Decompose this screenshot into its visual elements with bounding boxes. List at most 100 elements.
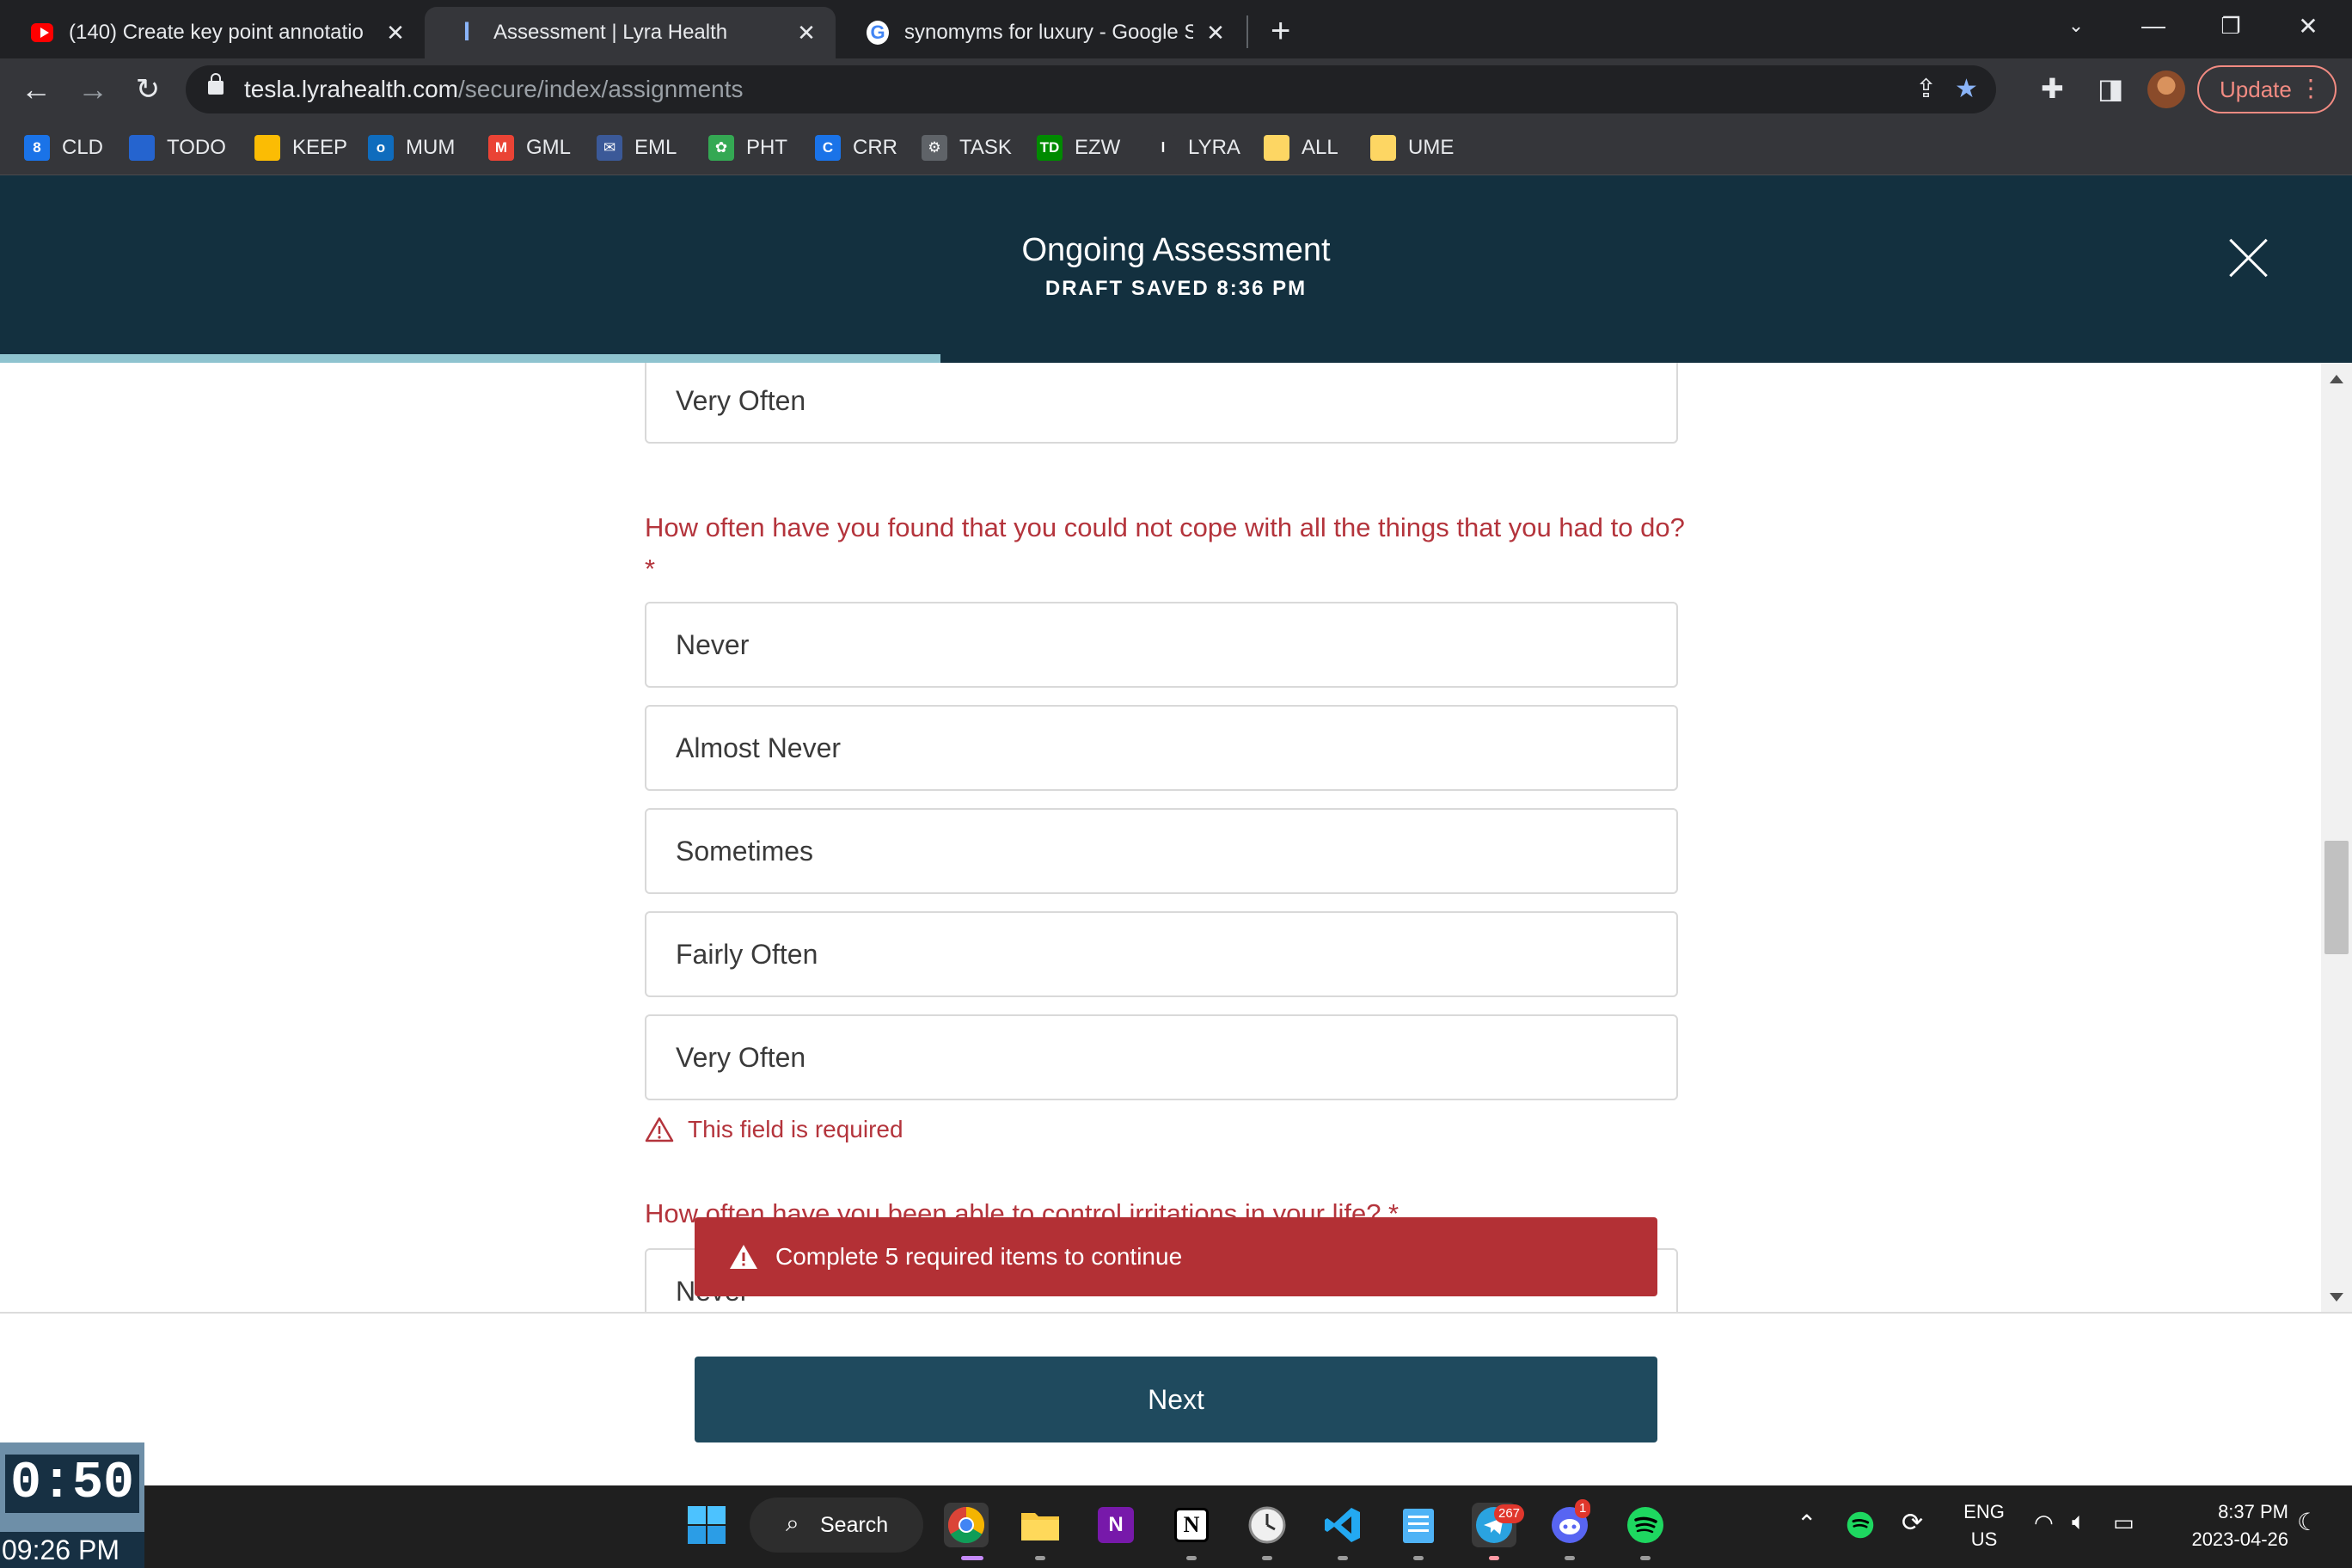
- gmail-icon: M: [488, 135, 514, 161]
- bookmark-label: KEEP: [292, 136, 348, 159]
- field-error: This field is required: [645, 1116, 903, 1143]
- browser-tab-youtube[interactable]: (140) Create key point annotatio ✕: [0, 7, 425, 58]
- bookmark-label: TASK: [959, 136, 1012, 159]
- profile-avatar[interactable]: [2147, 70, 2185, 108]
- reload-icon[interactable]: ↻: [129, 70, 167, 108]
- bookmark-label: LYRA: [1188, 136, 1240, 159]
- menu-dots-icon[interactable]: ⋮: [2299, 74, 2323, 102]
- page-title: Ongoing Assessment: [1021, 232, 1331, 268]
- bookmark-label: TODO: [167, 136, 226, 159]
- window-close-icon[interactable]: ✕: [2269, 0, 2347, 52]
- next-button[interactable]: Next: [695, 1357, 1657, 1442]
- language-indicator[interactable]: ENG US: [1960, 1501, 2008, 1551]
- clock-app-icon[interactable]: [1245, 1503, 1289, 1547]
- scrollbar[interactable]: [2321, 363, 2352, 1312]
- assessment-form[interactable]: Very Often How often have you found that…: [0, 363, 2352, 1312]
- taskbar-search[interactable]: ⌕ Search: [750, 1498, 923, 1553]
- bookmark-ume[interactable]: UME: [1370, 132, 1454, 163]
- bookmark-eml[interactable]: ✉ EML: [597, 132, 677, 163]
- answer-option-sometimes[interactable]: Sometimes: [645, 808, 1678, 894]
- battery-icon[interactable]: ▭: [2113, 1510, 2135, 1536]
- bookmark-gml[interactable]: M GML: [488, 132, 571, 163]
- bookmark-todo[interactable]: TODO: [129, 132, 226, 163]
- crr-icon: C: [815, 135, 841, 161]
- clock-icon: [1248, 1506, 1286, 1544]
- close-icon[interactable]: [2228, 237, 2269, 279]
- system-clock[interactable]: 8:37 PM 2023-04-26: [2159, 1501, 2288, 1551]
- vscode-icon[interactable]: [1320, 1503, 1365, 1547]
- restore-icon[interactable]: ❐: [2192, 0, 2269, 52]
- error-text: This field is required: [688, 1116, 903, 1142]
- browser-tab-strip: (140) Create key point annotatio ✕ l Ass…: [0, 0, 2352, 58]
- note-icon: [1370, 135, 1396, 161]
- bookmark-pht[interactable]: ✿ PHT: [708, 132, 787, 163]
- telegram-badge: 267: [1494, 1504, 1525, 1523]
- answer-option[interactable]: Very Often: [645, 363, 1678, 444]
- sync-icon[interactable]: ⟳: [1902, 1508, 1923, 1538]
- scroll-down-arrow-icon[interactable]: [2330, 1293, 2343, 1302]
- notion-icon[interactable]: N: [1169, 1503, 1214, 1547]
- back-arrow-icon[interactable]: ←: [17, 70, 55, 108]
- update-label: Update: [2220, 76, 2292, 102]
- active-app-indicator: [961, 1556, 983, 1560]
- onenote-icon[interactable]: N: [1093, 1503, 1138, 1547]
- chrome-icon[interactable]: [944, 1503, 989, 1547]
- region-code: US: [1970, 1528, 1998, 1550]
- do-not-disturb-moon-icon[interactable]: ☾: [2297, 1508, 2318, 1536]
- timer-clock: 09:26 PM: [0, 1532, 144, 1568]
- spotify-icon[interactable]: [1623, 1503, 1668, 1547]
- bookmark-all[interactable]: ALL: [1264, 132, 1338, 163]
- forward-arrow-icon[interactable]: →: [74, 70, 112, 108]
- language-code: ENG: [1963, 1501, 2005, 1522]
- answer-option-very-often[interactable]: Very Often: [645, 1014, 1678, 1100]
- bookmark-crr[interactable]: C CRR: [815, 132, 897, 163]
- vscode-logo: [1325, 1508, 1360, 1542]
- bookmark-keep[interactable]: KEEP: [254, 132, 347, 163]
- answer-option-almost-never[interactable]: Almost Never: [645, 705, 1678, 791]
- answer-option-fairly-often[interactable]: Fairly Often: [645, 911, 1678, 997]
- close-tab-icon[interactable]: ✕: [1204, 20, 1228, 46]
- windows-start-icon[interactable]: [684, 1503, 729, 1547]
- volume-icon[interactable]: 🔈︎: [2072, 1508, 2086, 1536]
- note-icon: [1264, 135, 1289, 161]
- scroll-up-arrow-icon[interactable]: [2330, 375, 2343, 383]
- address-bar[interactable]: tesla.lyrahealth.com/secure/index/assign…: [186, 65, 1996, 113]
- minimize-icon[interactable]: —: [2115, 0, 2192, 52]
- bookmark-mum[interactable]: o MUM: [368, 132, 455, 163]
- browser-tab-lyra[interactable]: l Assessment | Lyra Health ✕: [425, 7, 836, 58]
- bookmark-star-icon[interactable]: ★: [1955, 74, 1978, 104]
- answer-option-never[interactable]: Never: [645, 602, 1678, 688]
- new-tab-icon[interactable]: +: [1271, 12, 1290, 51]
- bookmark-lyra[interactable]: l LYRA: [1150, 132, 1240, 163]
- taskbar-search-label: Search: [820, 1512, 889, 1537]
- bookmark-task[interactable]: ⚙ TASK: [922, 132, 1012, 163]
- url-path: /secure/index/assignments: [458, 76, 744, 102]
- app-indicator: [1035, 1556, 1045, 1560]
- lock-icon[interactable]: [208, 73, 224, 95]
- tab-search-chevron-icon[interactable]: ⌄: [2037, 0, 2115, 52]
- bookmark-ezw[interactable]: TD EZW: [1037, 132, 1120, 163]
- task-icon: ⚙: [922, 135, 947, 161]
- bookmarks-bar: 8 CLD TODO KEEP o MUM M GML ✉ EML ✿ PHT C CRR ⚙ TASK TD E…: [0, 120, 2352, 175]
- update-button[interactable]: Update ⋮: [2197, 65, 2337, 113]
- notepad-icon[interactable]: [1396, 1503, 1441, 1547]
- bookmark-label: ALL: [1302, 136, 1338, 159]
- extensions-icon[interactable]: ✚: [2041, 72, 2064, 105]
- spotify-tray-icon[interactable]: [1843, 1508, 1877, 1542]
- notepad-logo: [1403, 1509, 1434, 1543]
- bookmark-cld[interactable]: 8 CLD: [24, 132, 103, 163]
- tray-chevron-icon[interactable]: ⌃: [1797, 1510, 1816, 1538]
- scrollbar-thumb[interactable]: [2324, 841, 2349, 954]
- progress-fill: [0, 354, 941, 363]
- wifi-icon[interactable]: ◠: [2034, 1510, 2054, 1536]
- share-icon[interactable]: ⇪: [1915, 74, 1937, 104]
- td-icon: TD: [1037, 135, 1063, 161]
- browser-toolbar: ← → ↻ tesla.lyrahealth.com/secure/index/…: [0, 58, 2352, 120]
- tab-title: Assessment | Lyra Health: [493, 21, 728, 44]
- close-tab-icon[interactable]: ✕: [794, 20, 818, 46]
- todo-icon: [129, 135, 155, 161]
- close-tab-icon[interactable]: ✕: [383, 20, 407, 46]
- file-explorer-icon[interactable]: [1018, 1503, 1063, 1547]
- side-panel-icon[interactable]: ◨: [2098, 72, 2123, 105]
- browser-tab-google[interactable]: G synomyms for luxury - Google Se ✕: [836, 7, 1245, 58]
